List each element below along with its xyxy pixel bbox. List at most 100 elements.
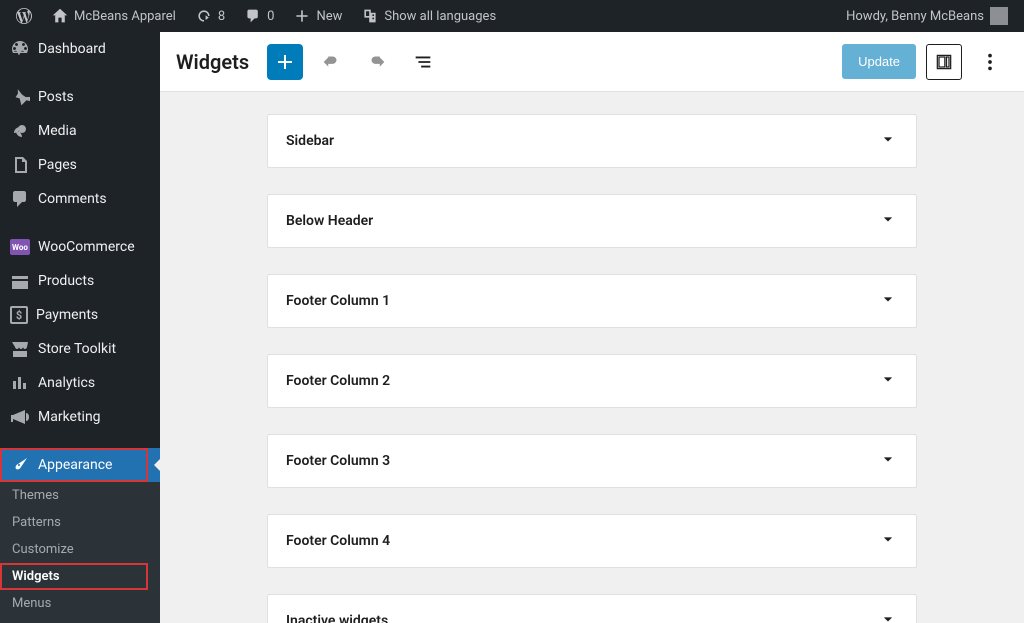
wordpress-icon — [16, 8, 32, 24]
wp-logo[interactable] — [8, 0, 40, 32]
updates-icon — [196, 8, 212, 24]
comment-icon — [245, 8, 261, 24]
chevron-down-icon — [878, 369, 898, 393]
comments-count: 0 — [267, 9, 274, 24]
home-icon — [52, 8, 68, 24]
languages-label: Show all languages — [384, 9, 496, 24]
admin-sidebar: Dashboard Posts Media Pages Comments Woo… — [0, 32, 160, 623]
widget-area-panel[interactable]: Footer Column 2 — [267, 354, 917, 408]
pages-icon — [10, 155, 30, 175]
redo-icon — [366, 51, 388, 73]
list-view-button[interactable] — [405, 44, 441, 80]
plus-icon — [294, 8, 310, 24]
settings-sidebar-button[interactable] — [926, 44, 962, 80]
sidebar-item-storetoolkit[interactable]: Store Toolkit — [0, 332, 160, 366]
widget-area-panel[interactable]: Sidebar — [267, 114, 917, 168]
sidebar-item-dashboard[interactable]: Dashboard — [0, 32, 160, 66]
sidebar-item-comments[interactable]: Comments — [0, 182, 160, 216]
admin-bar: McBeans Apparel 8 0 New Show all languag… — [0, 0, 1024, 32]
languages-link[interactable]: Show all languages — [354, 0, 504, 32]
widget-area-title: Footer Column 1 — [286, 293, 390, 309]
widget-area-panel[interactable]: Footer Column 3 — [267, 434, 917, 488]
sidebar-item-media[interactable]: Media — [0, 114, 160, 148]
chevron-down-icon — [878, 449, 898, 473]
sidebar-item-pages[interactable]: Pages — [0, 148, 160, 182]
widget-area-panel[interactable]: Footer Column 1 — [267, 274, 917, 328]
woo-icon: Woo — [10, 239, 30, 255]
widget-area-panel[interactable]: Below Header — [267, 194, 917, 248]
sidebar-icon — [934, 52, 954, 72]
sidebar-label: Store Toolkit — [38, 341, 116, 357]
avatar — [990, 7, 1008, 25]
list-icon — [412, 51, 434, 73]
howdy-link[interactable]: Howdy, Benny McBeans — [838, 0, 1016, 32]
sidebar-label: Appearance — [38, 457, 112, 473]
more-menu-button[interactable] — [972, 44, 1008, 80]
sidebar-item-analytics[interactable]: Analytics — [0, 366, 160, 400]
comments-icon — [10, 189, 30, 209]
submenu-item-header[interactable]: Header — [0, 617, 160, 623]
sidebar-label: Posts — [38, 89, 74, 105]
update-button[interactable]: Update — [842, 44, 916, 79]
sidebar-label: Analytics — [38, 375, 95, 391]
updates-count: 8 — [218, 9, 225, 24]
sidebar-label: Comments — [38, 191, 107, 207]
analytics-icon — [10, 373, 30, 393]
submenu-item-widgets[interactable]: Widgets — [0, 563, 160, 590]
sidebar-label: Products — [38, 273, 94, 289]
chevron-down-icon — [878, 209, 898, 233]
appearance-icon — [10, 455, 30, 475]
sidebar-item-marketing[interactable]: Marketing — [0, 400, 160, 434]
comments-link[interactable]: 0 — [237, 0, 282, 32]
widget-area-title: Footer Column 4 — [286, 533, 390, 549]
widget-areas-list: Sidebar Below Header Footer Column 1 Footer… — [267, 114, 917, 623]
marketing-icon — [10, 407, 30, 427]
more-icon — [979, 51, 1001, 73]
undo-button[interactable] — [313, 44, 349, 80]
main-area: Widgets Update Sidebar Below Header Footer… — [160, 32, 1024, 623]
sidebar-item-posts[interactable]: Posts — [0, 80, 160, 114]
appearance-submenu: Themes Patterns Customize Widgets Menus … — [0, 482, 160, 623]
sidebar-item-payments[interactable]: $ Payments — [0, 298, 160, 332]
widget-area-title: Sidebar — [286, 133, 334, 149]
add-block-button[interactable] — [267, 44, 303, 80]
media-icon — [10, 121, 30, 141]
chevron-down-icon — [878, 609, 898, 623]
editor-toolbar: Widgets Update — [160, 32, 1024, 92]
submenu-item-patterns[interactable]: Patterns — [0, 509, 160, 536]
widget-area-panel[interactable]: Inactive widgets — [267, 594, 917, 623]
widget-area-title: Footer Column 2 — [286, 373, 390, 389]
products-icon — [10, 271, 30, 291]
widget-area-title: Footer Column 3 — [286, 453, 390, 469]
submenu-item-themes[interactable]: Themes — [0, 482, 160, 509]
payments-icon: $ — [10, 306, 28, 324]
sidebar-item-woocommerce[interactable]: Woo WooCommerce — [0, 230, 160, 264]
submenu-item-menus[interactable]: Menus — [0, 590, 160, 617]
chevron-down-icon — [878, 289, 898, 313]
plus-icon — [273, 50, 297, 74]
sidebar-label: Marketing — [38, 409, 101, 425]
widget-areas: Sidebar Below Header Footer Column 1 Footer… — [160, 92, 1024, 623]
site-name: McBeans Apparel — [74, 9, 176, 24]
sidebar-item-appearance[interactable]: Appearance — [0, 448, 160, 482]
admin-bar-left: McBeans Apparel 8 0 New Show all languag… — [8, 0, 504, 32]
sidebar-item-products[interactable]: Products — [0, 264, 160, 298]
redo-button[interactable] — [359, 44, 395, 80]
sidebar-label: Pages — [38, 157, 77, 173]
page-title: Widgets — [176, 50, 249, 74]
new-link[interactable]: New — [286, 0, 350, 32]
submenu-item-customize[interactable]: Customize — [0, 536, 160, 563]
chevron-down-icon — [878, 129, 898, 153]
admin-bar-right: Howdy, Benny McBeans — [838, 0, 1016, 32]
sidebar-label: Payments — [36, 307, 98, 323]
widget-area-panel[interactable]: Footer Column 4 — [267, 514, 917, 568]
sidebar-label: Media — [38, 123, 77, 139]
widget-area-title: Below Header — [286, 213, 373, 229]
updates-link[interactable]: 8 — [188, 0, 233, 32]
chevron-down-icon — [878, 529, 898, 553]
store-icon — [10, 339, 30, 359]
dashboard-icon — [10, 39, 30, 59]
sidebar-label: Dashboard — [38, 41, 106, 57]
site-link[interactable]: McBeans Apparel — [44, 0, 184, 32]
pin-icon — [10, 87, 30, 107]
